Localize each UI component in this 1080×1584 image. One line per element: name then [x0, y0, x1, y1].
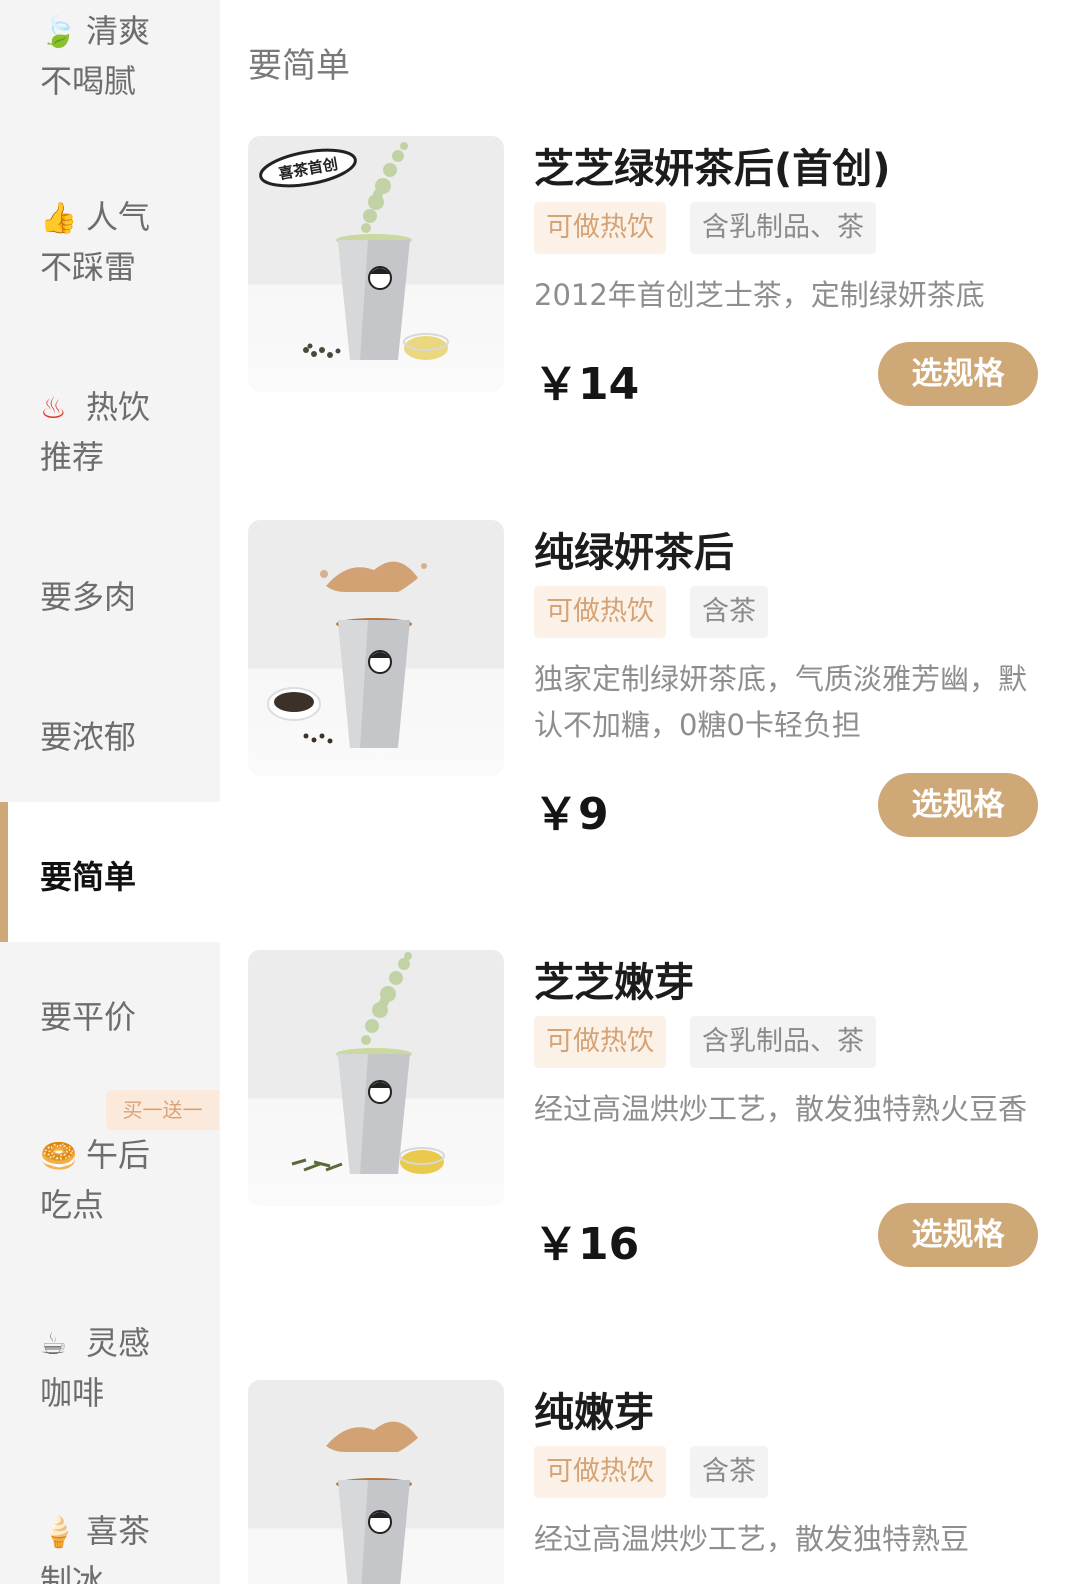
- category-label: 清爽: [86, 12, 151, 50]
- category-sublabel: 推荐: [40, 438, 105, 476]
- product-card[interactable]: 纯绿妍茶后 可做热饮 含茶 独家定制绿妍茶底，气质淡雅芳幽，默认不加糖，0糖0卡…: [248, 520, 1058, 840]
- product-name: 芝芝嫩芽: [534, 960, 694, 1006]
- category-item-fruity[interactable]: 要多肉: [0, 522, 220, 662]
- product-tags: 可做热饮 含乳制品、茶: [534, 1016, 876, 1068]
- product-card[interactable]: 喜茶首创 芝芝绿妍茶后(首创) 可做热饮 含乳制品、茶 2012年首创芝士茶，定…: [248, 136, 1058, 436]
- select-spec-button[interactable]: 选规格: [878, 1203, 1038, 1267]
- product-price: ￥16: [534, 1219, 640, 1270]
- category-label: 人气: [86, 198, 151, 236]
- category-label: 午后: [86, 1136, 151, 1174]
- product-tags: 可做热饮 含茶: [534, 586, 768, 638]
- hot-spring-icon: ♨: [40, 391, 67, 426]
- category-label: 要平价: [40, 998, 137, 1036]
- category-item-affordable[interactable]: 要平价: [0, 942, 220, 1082]
- product-name: 纯绿妍茶后: [534, 530, 734, 576]
- category-label: 要浓郁: [40, 718, 137, 756]
- coffee-icon: ☕: [40, 1327, 67, 1362]
- product-image[interactable]: [248, 520, 504, 776]
- product-price: ￥14: [534, 359, 640, 410]
- category-item-snacks[interactable]: 🥯 午后 吃点: [0, 1110, 220, 1250]
- category-sublabel: 不喝腻: [40, 62, 137, 100]
- hot-drink-tag: 可做热饮: [534, 1016, 666, 1068]
- category-item-rich[interactable]: 要浓郁: [0, 662, 220, 802]
- hot-drink-tag: 可做热饮: [534, 586, 666, 638]
- category-item-ice-cream[interactable]: 🍦 喜茶 制冰: [0, 1486, 220, 1584]
- category-label: 热饮: [86, 388, 151, 426]
- category-item-simple[interactable]: 要简单: [0, 802, 220, 942]
- select-spec-button[interactable]: 选规格: [878, 773, 1038, 837]
- category-item-coffee[interactable]: ☕ 灵感 咖啡: [0, 1298, 220, 1438]
- product-description: 独家定制绿妍茶底，气质淡雅芳幽，默认不加糖，0糖0卡轻负担: [534, 662, 1028, 742]
- product-image[interactable]: [248, 1380, 504, 1584]
- product-description: 2012年首创芝士茶，定制绿妍茶底: [534, 278, 985, 312]
- product-image[interactable]: [248, 950, 504, 1206]
- category-sublabel: 不踩雷: [40, 248, 137, 286]
- category-sublabel: 制冰: [40, 1562, 105, 1584]
- category-sidebar: 🍃 清爽 不喝腻 👍 人气 不踩雷 ♨ 热饮 推荐 要多肉 要浓郁 要简单 要平价 买…: [0, 0, 220, 1584]
- hot-drink-tag: 可做热饮: [534, 202, 666, 254]
- category-label: 灵感: [86, 1324, 151, 1362]
- section-title: 要简单: [248, 46, 350, 86]
- product-name: 芝芝绿妍茶后(首创): [534, 146, 891, 192]
- category-item-popular[interactable]: 👍 人气 不踩雷: [0, 168, 220, 308]
- category-item-refreshing[interactable]: 🍃 清爽 不喝腻: [0, 0, 220, 120]
- active-indicator: [0, 802, 8, 942]
- product-description: 经过高温烘炒工艺，散发独特熟豆: [534, 1522, 970, 1556]
- product-image[interactable]: 喜茶首创: [248, 136, 504, 392]
- product-tags: 可做热饮 含茶: [534, 1446, 768, 1498]
- product-card[interactable]: 纯嫩芽 可做热饮 含茶 经过高温烘炒工艺，散发独特熟豆: [248, 1380, 1058, 1584]
- category-label: 要多肉: [40, 578, 137, 616]
- hot-drink-tag: 可做热饮: [534, 1446, 666, 1498]
- thumbs-up-icon: 👍: [40, 201, 78, 236]
- ingredient-tag: 含茶: [690, 586, 768, 638]
- bagel-icon: 🥯: [40, 1139, 78, 1174]
- product-card[interactable]: 芝芝嫩芽 可做热饮 含乳制品、茶 经过高温烘炒工艺，散发独特熟火豆香 ￥16 选…: [248, 950, 1058, 1270]
- leaf-icon: 🍃: [40, 15, 78, 50]
- category-sublabel: 咖啡: [40, 1374, 105, 1412]
- ice-cream-icon: 🍦: [40, 1515, 78, 1550]
- product-description: 经过高温烘炒工艺，散发独特熟火豆香: [534, 1092, 1028, 1126]
- category-item-hot-drinks[interactable]: ♨ 热饮 推荐: [0, 358, 220, 498]
- category-label: 要简单: [40, 858, 137, 896]
- select-spec-button[interactable]: 选规格: [878, 342, 1038, 406]
- ingredient-tag: 含茶: [690, 1446, 768, 1498]
- product-name: 纯嫩芽: [534, 1390, 654, 1436]
- product-price: ￥9: [534, 789, 609, 840]
- product-tags: 可做热饮 含乳制品、茶: [534, 202, 876, 254]
- category-sublabel: 吃点: [40, 1186, 105, 1224]
- category-label: 喜茶: [86, 1512, 151, 1550]
- ingredient-tag: 含乳制品、茶: [690, 1016, 876, 1068]
- ingredient-tag: 含乳制品、茶: [690, 202, 876, 254]
